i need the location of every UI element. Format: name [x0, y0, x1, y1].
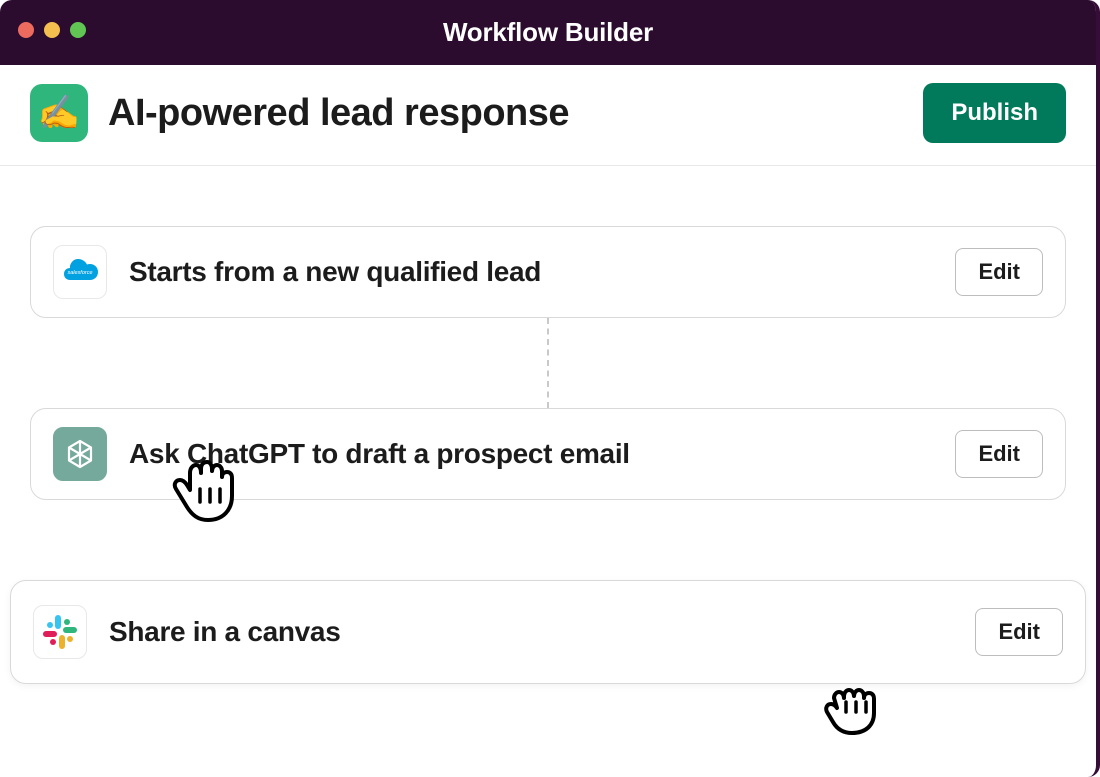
publish-button[interactable]: Publish: [923, 83, 1066, 143]
openai-icon: [53, 427, 107, 481]
window: Workflow Builder ✍️ AI-powered lead resp…: [0, 0, 1100, 777]
step-label: Ask ChatGPT to draft a prospect email: [129, 438, 955, 470]
workflow-step[interactable]: Share in a canvas Edit: [10, 580, 1086, 684]
edit-button[interactable]: Edit: [955, 430, 1043, 478]
slack-icon: [33, 605, 87, 659]
workflow-header: ✍️ AI-powered lead response Publish: [0, 65, 1096, 166]
step-label: Share in a canvas: [109, 616, 975, 648]
writing-hand-icon: ✍️: [38, 93, 80, 133]
step-label: Starts from a new qualified lead: [129, 256, 955, 288]
workflow-steps: salesforce Starts from a new qualified l…: [0, 166, 1096, 684]
maximize-window-button[interactable]: [70, 22, 86, 38]
close-window-button[interactable]: [18, 22, 34, 38]
window-controls: [18, 22, 86, 38]
grabbing-cursor-icon: [820, 678, 890, 736]
step-connector: [547, 318, 549, 408]
edit-button[interactable]: Edit: [955, 248, 1043, 296]
salesforce-icon: salesforce: [53, 245, 107, 299]
workflow-step[interactable]: salesforce Starts from a new qualified l…: [30, 226, 1066, 318]
workflow-title: AI-powered lead response: [108, 92, 923, 135]
edit-button[interactable]: Edit: [975, 608, 1063, 656]
minimize-window-button[interactable]: [44, 22, 60, 38]
window-title: Workflow Builder: [0, 17, 1096, 48]
titlebar: Workflow Builder: [0, 0, 1096, 65]
workflow-step[interactable]: Ask ChatGPT to draft a prospect email Ed…: [30, 408, 1066, 500]
svg-text:salesforce: salesforce: [67, 270, 92, 276]
workflow-icon: ✍️: [30, 84, 88, 142]
